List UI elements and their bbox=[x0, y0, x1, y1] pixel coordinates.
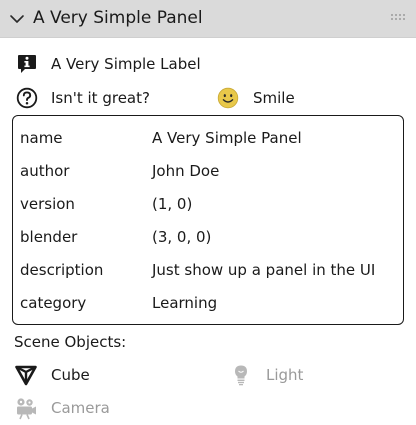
info-value: (3, 0, 0) bbox=[152, 228, 212, 246]
panel-header[interactable]: A Very Simple Panel bbox=[0, 0, 416, 38]
scene-objects-label: Scene Objects: bbox=[14, 333, 127, 351]
simple-label: A Very Simple Label bbox=[51, 55, 201, 73]
smile-label: Smile bbox=[253, 89, 295, 107]
mesh-cone-icon bbox=[15, 365, 37, 386]
question-icon bbox=[16, 87, 38, 109]
camera-icon bbox=[17, 398, 36, 420]
info-value: (1, 0) bbox=[152, 195, 193, 213]
info-value: John Doe bbox=[152, 162, 220, 180]
info-key: blender bbox=[20, 228, 78, 246]
info-row-author: author John Doe bbox=[13, 157, 403, 185]
scene-object-label: Camera bbox=[51, 399, 110, 417]
scene-object-label: Light bbox=[266, 366, 304, 384]
info-row-category: category Learning bbox=[13, 289, 403, 317]
info-key: version bbox=[20, 195, 75, 213]
info-key: category bbox=[20, 294, 87, 312]
drag-grip-icon[interactable] bbox=[390, 13, 406, 23]
info-value: Just show up a panel in the UI bbox=[152, 261, 376, 279]
smile-icon bbox=[217, 87, 239, 109]
info-key: author bbox=[20, 162, 70, 180]
scene-object-label: Cube bbox=[51, 366, 90, 384]
question-row: Isn't it great? Smile bbox=[0, 84, 416, 112]
scene-object-camera[interactable]: Camera bbox=[14, 395, 154, 421]
light-bulb-icon bbox=[235, 365, 247, 386]
info-value: Learning bbox=[152, 294, 218, 312]
label-row: A Very Simple Label bbox=[0, 50, 416, 78]
info-row-blender: blender (3, 0, 0) bbox=[13, 223, 403, 251]
info-row-name: name A Very Simple Panel bbox=[13, 124, 403, 152]
question-label: Isn't it great? bbox=[51, 89, 150, 107]
info-row-description: description Just show up a panel in the … bbox=[13, 256, 403, 284]
addon-info-box: name A Very Simple Panel author John Doe… bbox=[12, 115, 404, 325]
info-key: name bbox=[20, 129, 63, 147]
panel-title: A Very Simple Panel bbox=[33, 8, 203, 28]
info-key: description bbox=[20, 261, 104, 279]
info-row-version: version (1, 0) bbox=[13, 190, 403, 218]
scene-object-cube[interactable]: Cube bbox=[14, 362, 154, 388]
info-value: A Very Simple Panel bbox=[152, 129, 302, 147]
scene-object-light[interactable]: Light bbox=[229, 362, 369, 388]
info-icon bbox=[18, 55, 36, 73]
chevron-down-icon[interactable] bbox=[8, 10, 26, 28]
